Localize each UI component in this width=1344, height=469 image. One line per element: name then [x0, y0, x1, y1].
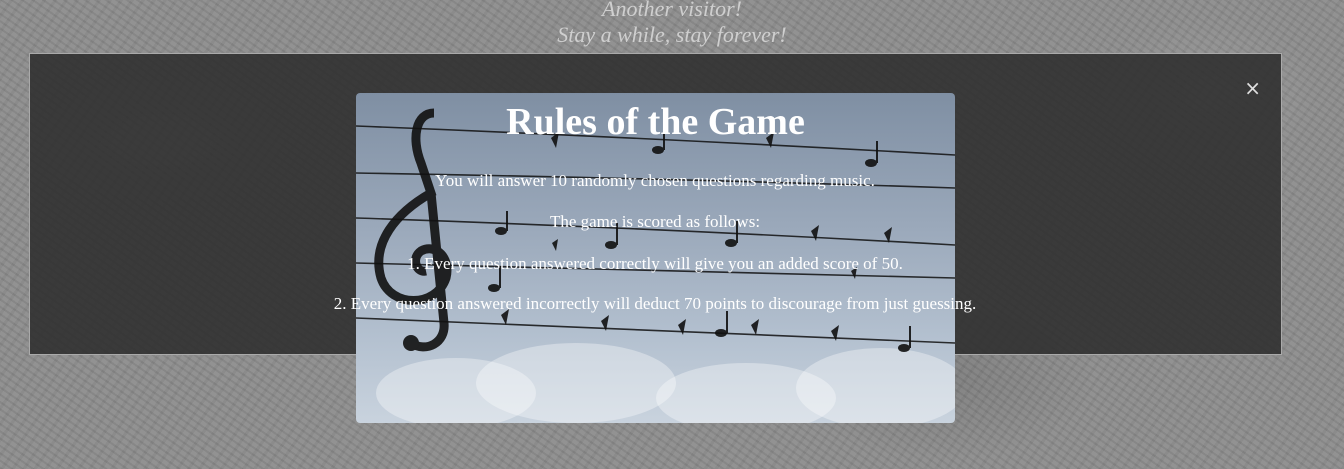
rules-title: Rules of the Game	[506, 101, 805, 143]
treble-clef-icon	[374, 108, 452, 352]
welcome-heading: Another visitor!	[602, 0, 742, 21]
rule-scoring-heading: The game is scored as follows:	[549, 212, 761, 231]
close-icon[interactable]: ×	[1244, 78, 1261, 98]
rule-correct-answer: 1. Every question answered correctly wil…	[407, 254, 903, 273]
rule-intro: You will answer 10 randomly chosen quest…	[435, 171, 875, 190]
welcome-subheading: Stay a while, stay forever!	[557, 22, 787, 47]
rule-incorrect-answer: 2. Every question answered incorrectly w…	[333, 294, 977, 313]
